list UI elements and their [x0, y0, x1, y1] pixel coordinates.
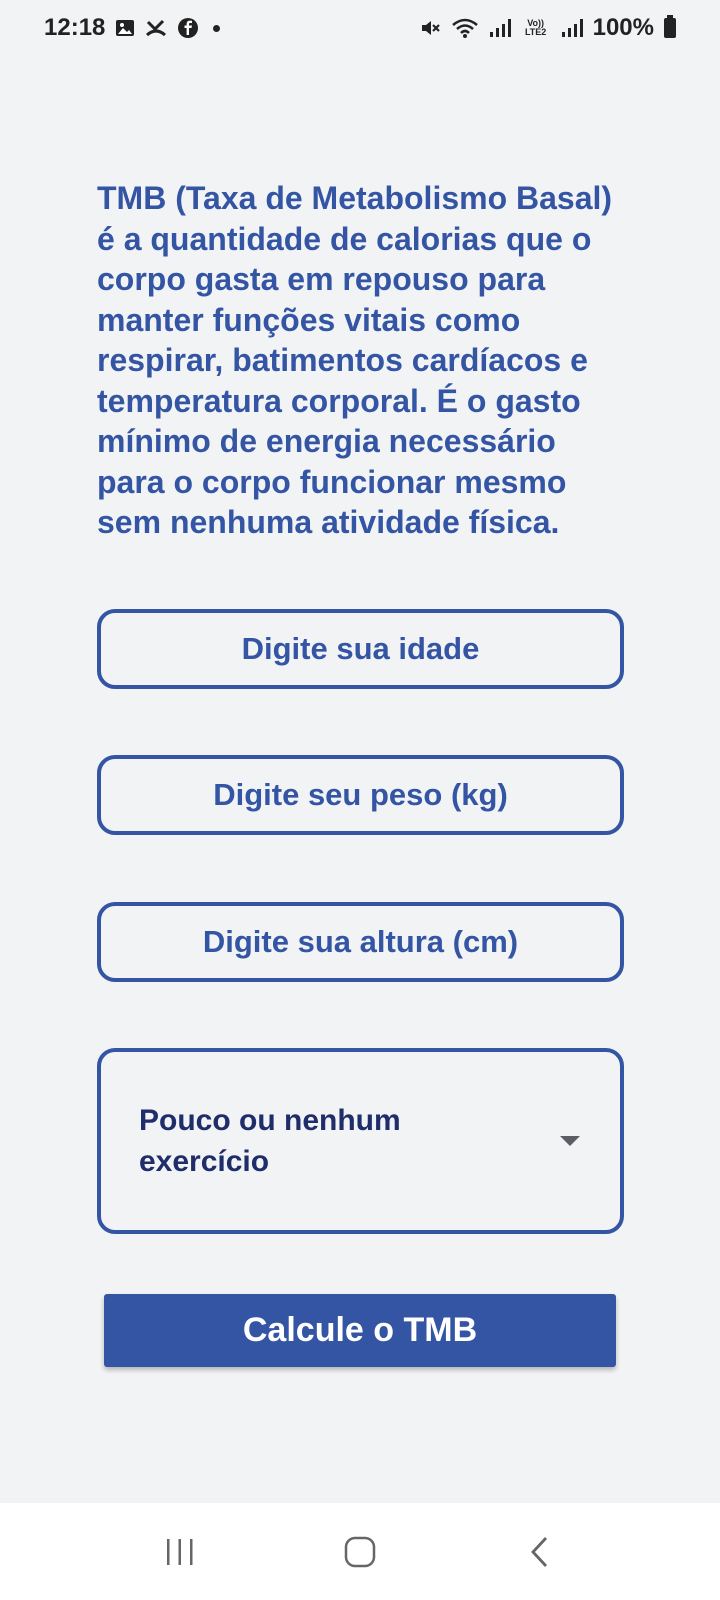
wifi-icon: [451, 17, 479, 39]
notification-dot: [213, 24, 221, 32]
missed-call-icon: [145, 18, 167, 38]
home-icon[interactable]: [330, 1522, 390, 1582]
gallery-icon: [115, 18, 135, 38]
weight-input[interactable]: [97, 755, 624, 835]
height-input[interactable]: [97, 902, 624, 982]
mute-icon: [419, 17, 441, 39]
system-nav-bar: [0, 1503, 720, 1600]
calculate-tmb-button[interactable]: Calcule o TMB: [104, 1294, 616, 1367]
status-left: 12:18: [44, 14, 221, 42]
battery-percent: 100%: [592, 14, 654, 41]
screen: 12:18 Vo)) LTE2 100% TMB (Taxa de Metabo…: [0, 0, 720, 1600]
back-icon[interactable]: [510, 1522, 570, 1582]
activity-level-dropdown[interactable]: Pouco ou nenhum exercício: [97, 1048, 624, 1234]
tmb-description: TMB (Taxa de Metabolismo Basal) é a quan…: [97, 180, 613, 540]
status-right: Vo)) LTE2 100%: [419, 14, 676, 42]
volte-lte2-icon: Vo)) LTE2: [524, 18, 547, 37]
age-input[interactable]: [97, 609, 624, 689]
battery-icon: [664, 15, 676, 38]
facebook-icon: [177, 17, 199, 39]
clock: 12:18: [44, 14, 106, 41]
activity-level-value: Pouco ou nenhum exercício: [139, 1104, 401, 1178]
dropdown-arrow-icon: [560, 1136, 580, 1146]
status-bar: 12:18 Vo)) LTE2 100%: [0, 0, 720, 56]
recent-apps-icon[interactable]: [150, 1522, 210, 1582]
signal-icon: [489, 18, 511, 38]
signal-icon-2: [561, 18, 583, 38]
